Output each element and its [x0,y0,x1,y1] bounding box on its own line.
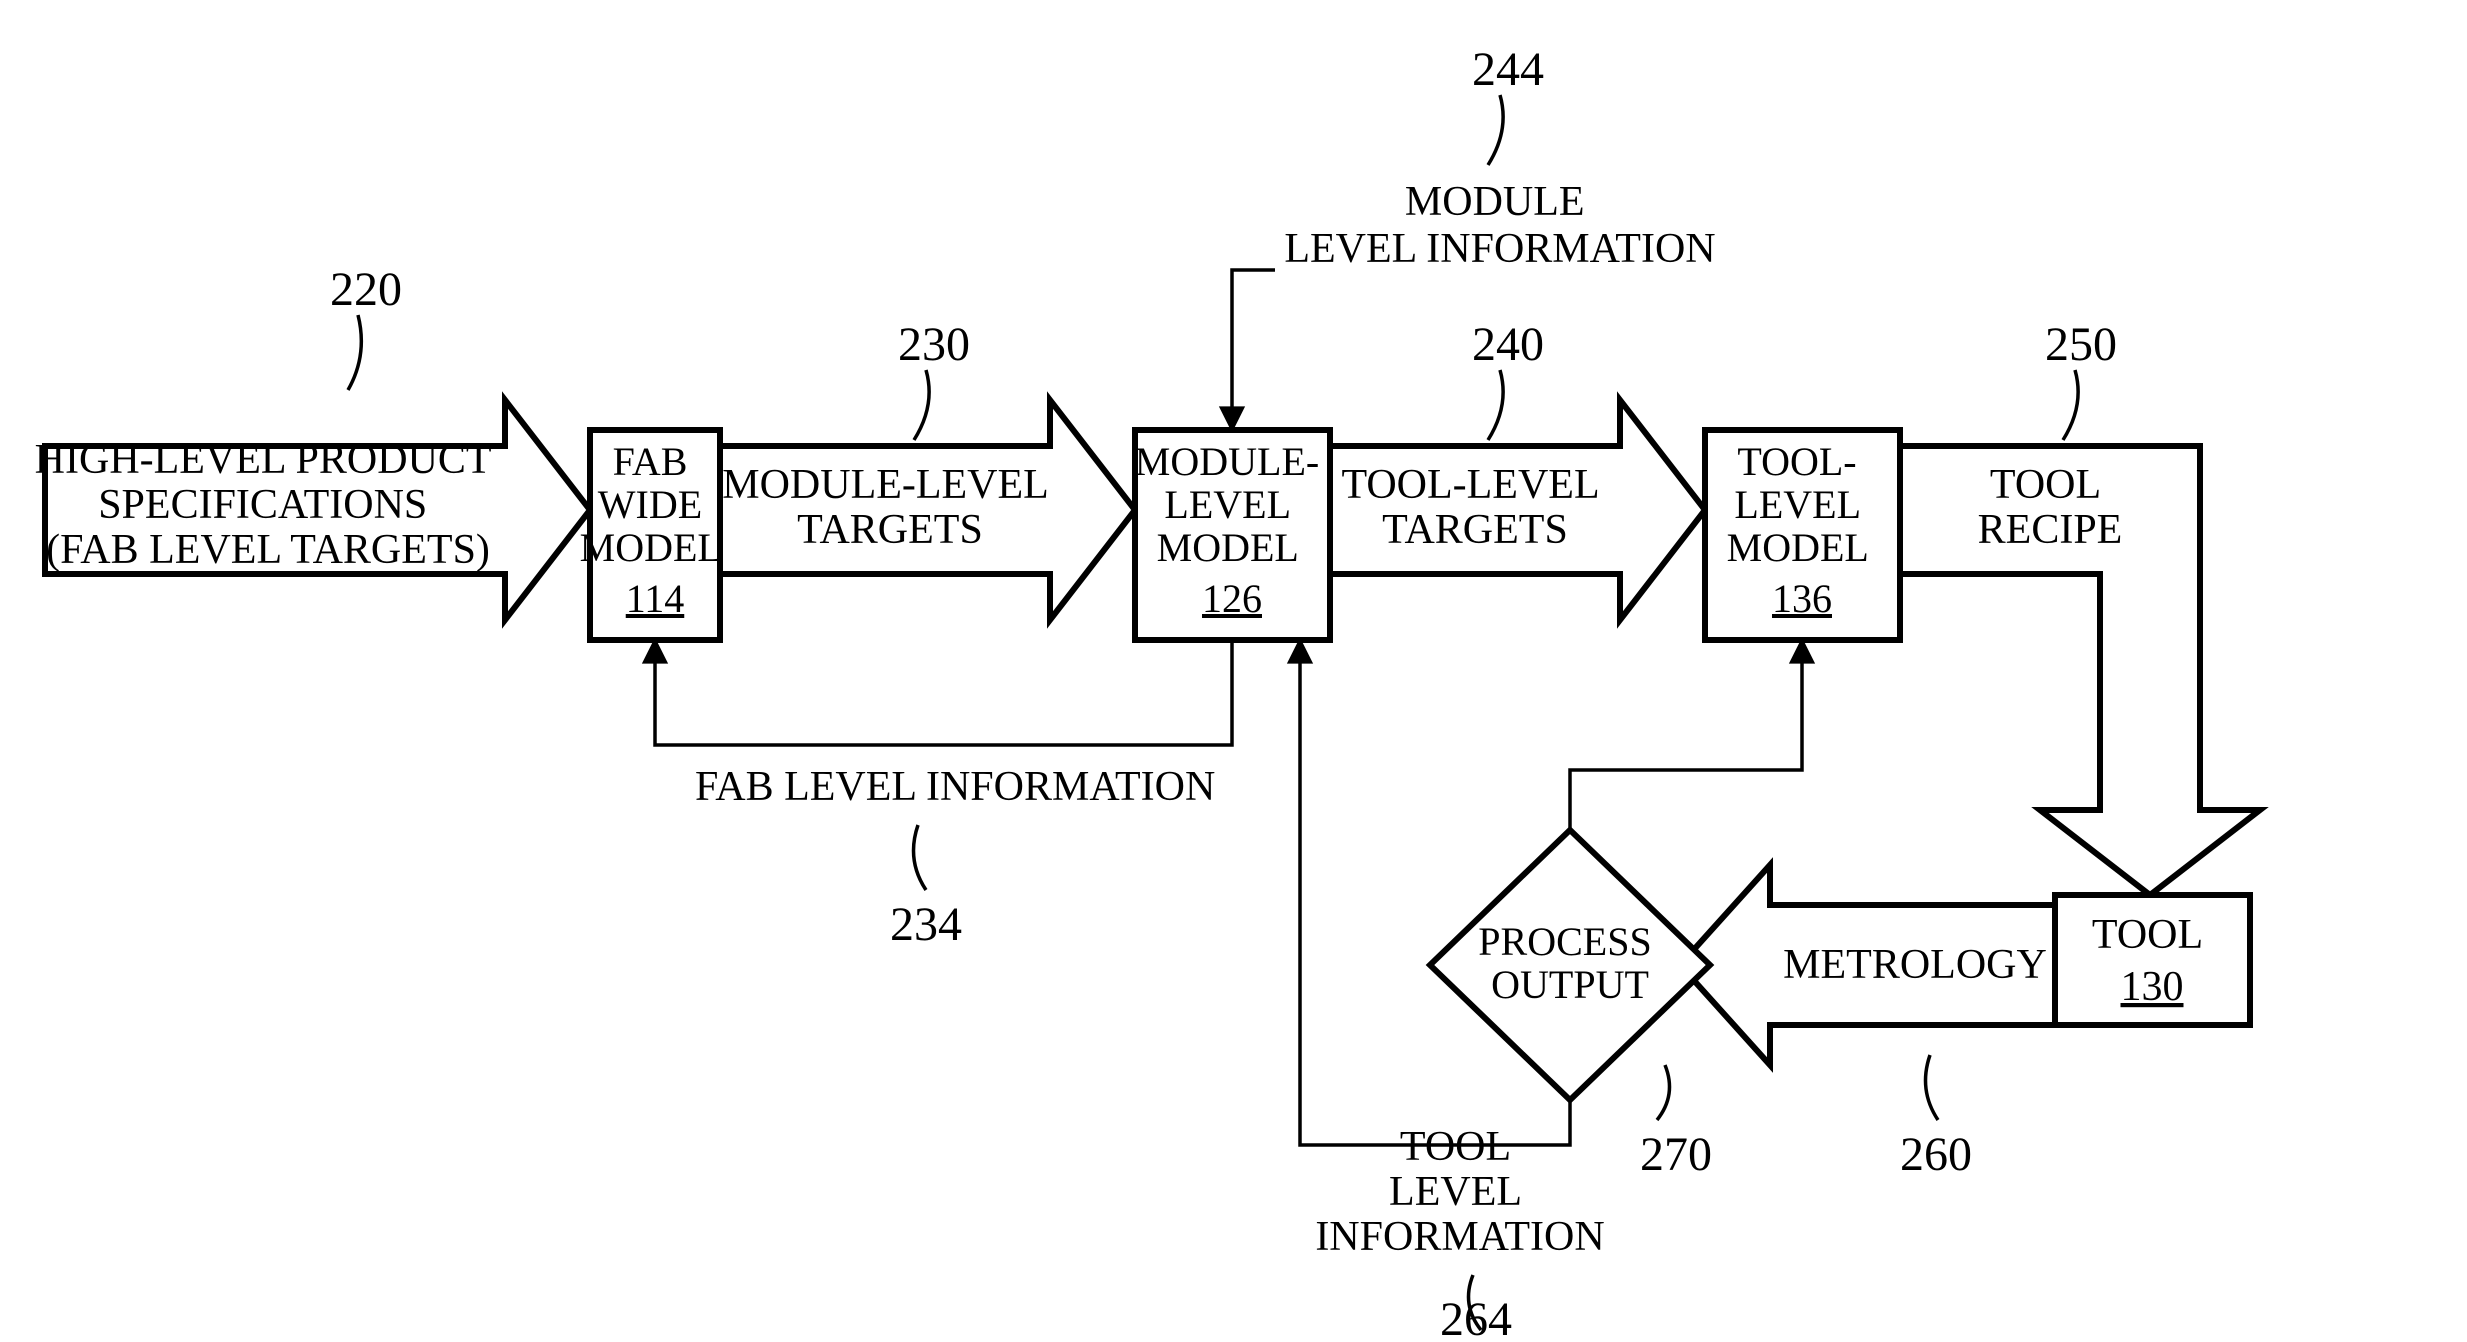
ref-270: 270 [1640,1128,1712,1181]
module-level-info-line [1232,270,1275,430]
ref-240-squiggle [1488,370,1503,440]
ref-244: 244 [1472,43,1544,96]
metrology-text: METROLOGY [1783,942,2047,988]
ref-230: 230 [898,318,970,371]
process-output-text: PROCESS OUTPUT [1478,919,1661,1007]
ref-240: 240 [1472,318,1544,371]
fab-level-info-text: FAB LEVEL INFORMATION [695,764,1215,810]
ref-250: 250 [2045,318,2117,371]
fab-level-info-line [655,640,1232,745]
ref-244-squiggle [1488,95,1503,165]
ref-270-squiggle [1657,1065,1670,1120]
tool-targets-text: TOOL-LEVEL TARGETS [1341,462,1608,553]
ref-220: 220 [330,263,402,316]
module-targets-text: MODULE-LEVEL TARGETS [722,462,1058,553]
ref-234: 234 [890,898,962,951]
tool-recipe-text: TOOL RECIPE [1978,462,2123,553]
ref-220-squiggle [348,315,361,390]
ref-230-squiggle [914,370,929,440]
ref-264: 264 [1440,1293,1512,1342]
ref-260-squiggle [1926,1055,1939,1120]
process-output-to-tool-model-line [1570,640,1802,830]
ref-234-squiggle [914,825,927,890]
flowchart-diagram: HIGH-LEVEL PRODUCT SPECIFICATIONS (FAB L… [0,0,2467,1342]
module-level-info-text: MODULE LEVEL INFORMATION [1284,179,1715,272]
spec-text: HIGH-LEVEL PRODUCT SPECIFICATIONS (FAB L… [35,437,502,573]
ref-260: 260 [1900,1128,1972,1181]
ref-250-squiggle [2063,370,2078,440]
